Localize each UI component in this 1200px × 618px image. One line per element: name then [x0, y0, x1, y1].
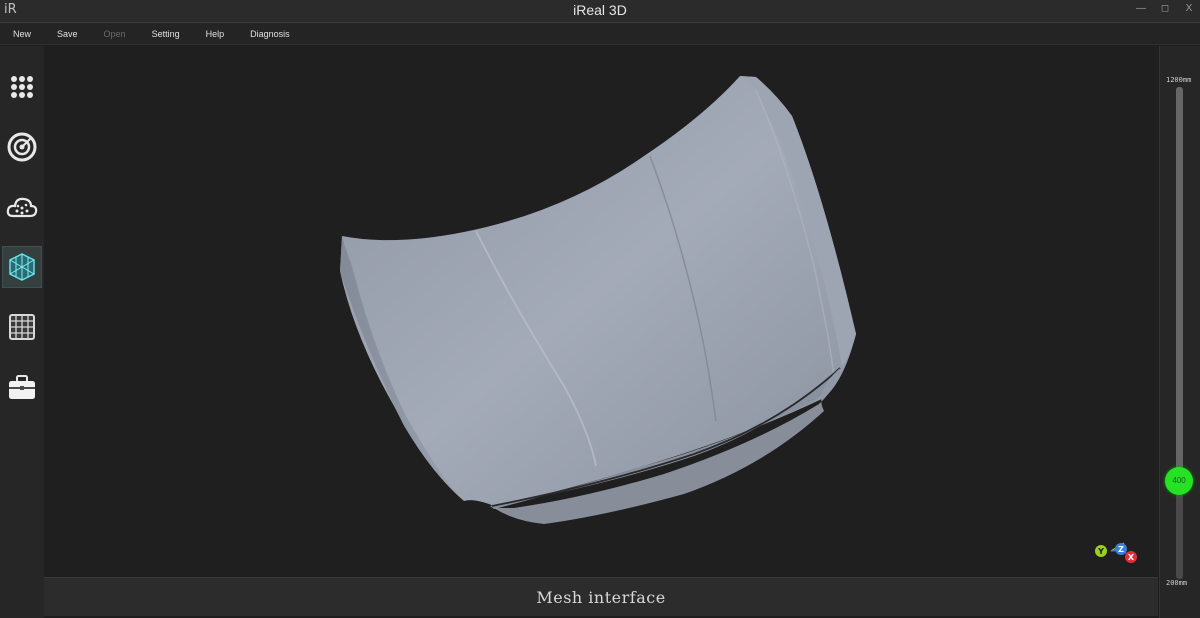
grid-table-icon: [9, 314, 35, 340]
scan-target-icon: [7, 132, 37, 162]
maximize-button[interactable]: ◻: [1160, 3, 1170, 14]
title-bar: iR iReal 3D — ◻ X: [0, 0, 1200, 23]
axis-x-label: X: [1128, 553, 1135, 562]
left-toolbar: [0, 46, 44, 618]
axis-gizmo: Y Z X: [1095, 542, 1137, 563]
distance-slider-fill: [1176, 87, 1183, 481]
slider-max-label: 1200mm: [1166, 76, 1192, 84]
axis-z-label: Z: [1118, 545, 1124, 554]
sidebar-item-scan-mode[interactable]: [2, 66, 42, 108]
window-controls: — ◻ X: [1136, 3, 1194, 14]
menu-setting[interactable]: Setting: [143, 29, 189, 39]
mode-label: Mesh interface: [536, 587, 666, 607]
menu-help[interactable]: Help: [197, 29, 234, 39]
distance-slider-thumb[interactable]: 400: [1165, 466, 1193, 495]
axis-y-label: Y: [1097, 547, 1104, 556]
minimize-button[interactable]: —: [1136, 3, 1146, 14]
close-button[interactable]: X: [1184, 3, 1194, 14]
sidebar-item-toolbox[interactable]: [2, 366, 42, 408]
point-cloud-icon: [6, 197, 38, 218]
mesh-cube-icon: [9, 253, 35, 281]
menu-bar: New Save Open Setting Help Diagnosis: [0, 23, 1200, 45]
distance-panel: 1200mm 400 200mm: [1159, 46, 1200, 618]
dots-grid-icon: [11, 76, 33, 98]
sidebar-item-scan[interactable]: [2, 126, 42, 168]
menu-diagnosis[interactable]: Diagnosis: [241, 29, 299, 39]
car-hood-mesh[interactable]: [44, 46, 1158, 576]
window-title: iReal 3D: [573, 2, 627, 18]
status-bar: Mesh interface: [44, 577, 1158, 616]
menu-new[interactable]: New: [4, 29, 40, 39]
sidebar-item-point-cloud[interactable]: [2, 186, 42, 228]
3d-viewport[interactable]: [44, 46, 1158, 576]
menu-save[interactable]: Save: [48, 29, 87, 39]
sidebar-item-grid[interactable]: [2, 306, 42, 348]
sidebar-item-mesh[interactable]: [2, 246, 42, 288]
toolbox-icon: [9, 375, 35, 399]
menu-open[interactable]: Open: [95, 29, 135, 39]
slider-min-label: 200mm: [1166, 579, 1188, 587]
